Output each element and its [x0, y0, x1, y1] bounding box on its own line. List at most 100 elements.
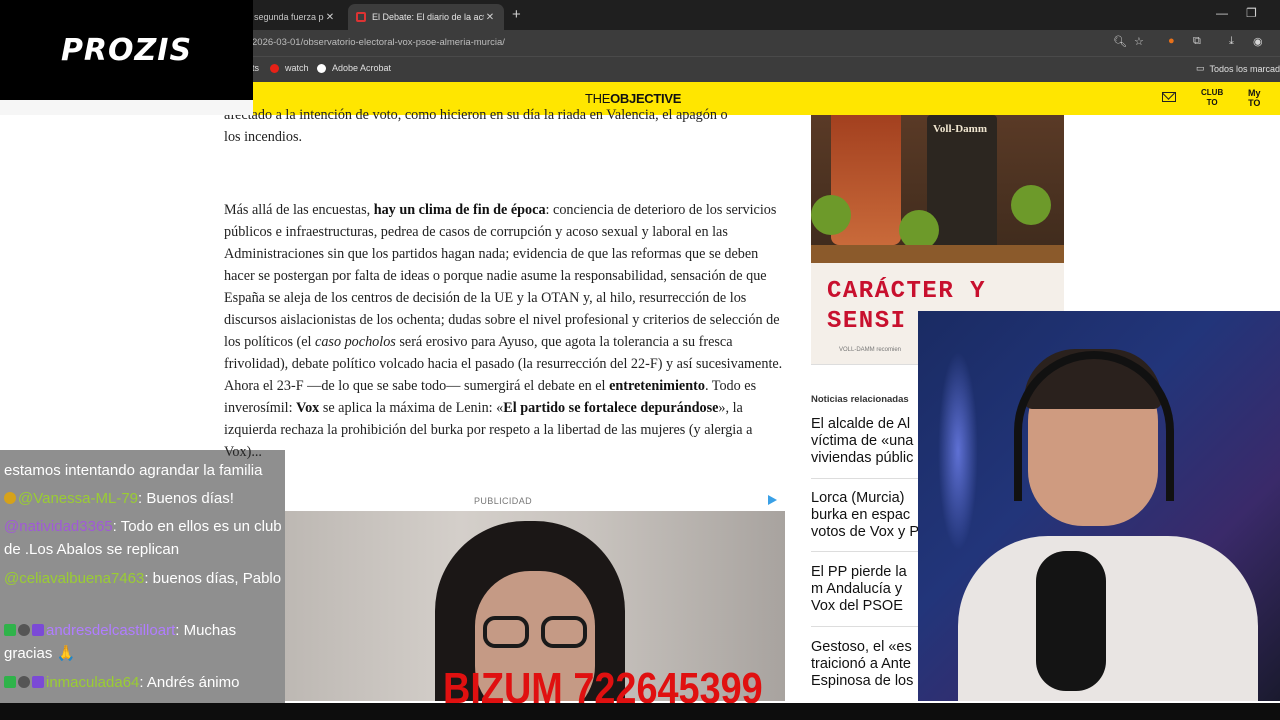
extension-icon[interactable]: ● [1168, 35, 1175, 47]
microphone-icon [1036, 551, 1106, 691]
chat-message: andresdelcastilloart: Muchas gracias 🙏 [4, 619, 284, 665]
folder-icon: ▭ [1196, 63, 1205, 73]
site-nav-remnant [0, 100, 253, 115]
bold-text: entretenimiento [609, 378, 705, 394]
member-badge-icon [18, 624, 30, 636]
extensions-puzzle-icon[interactable]: ⧉ [1193, 35, 1201, 48]
my-label: My [1248, 88, 1261, 98]
tab-segunda-fuerza[interactable]: segunda fuerza po ✕ [246, 4, 344, 30]
stream-chat-overlay: estamos intentando agrandar la familia @… [0, 450, 285, 720]
chat-username: @natividad3365 [4, 518, 113, 535]
headphones-icon [1014, 351, 1174, 501]
bookmark-label: ts [252, 63, 260, 73]
new-tab-button[interactable]: + [512, 6, 521, 23]
member-badge-icon [18, 676, 30, 688]
zoom-icon[interactable]: 🔍︎ [1113, 35, 1127, 48]
bottom-bar [0, 703, 1280, 720]
ad-label: PUBLICIDAD [474, 496, 533, 506]
youtube-icon [270, 63, 279, 73]
minimize-icon[interactable]: — [1216, 6, 1228, 20]
background-light [938, 351, 978, 551]
ad-image: Voll-Damm [811, 115, 1064, 263]
chat-username: inmaculada64 [46, 674, 140, 691]
vip-badge-icon [32, 624, 44, 636]
presenter-body [958, 536, 1258, 701]
webcam-feed [918, 311, 1280, 701]
bookmark-label: Todos los marcadores [1209, 63, 1280, 74]
divider [811, 626, 921, 627]
chat-message: @Vanessa-ML-79: Buenos días! [4, 487, 284, 510]
ad-brand: Voll-Damm [933, 123, 987, 135]
italic-text: caso pocholos [315, 334, 396, 350]
screen: { "browser": { "tabs": [ {"label": "segu… [0, 0, 1280, 720]
tab-el-debate[interactable]: El Debate: El diario de la actualid ✕ [348, 4, 504, 30]
bookmark-adobe-acrobat[interactable]: Adobe Acrobat [317, 63, 391, 73]
bookmark-ts[interactable]: ts [252, 63, 259, 73]
el-debate-favicon-icon [356, 12, 366, 22]
chat-text: : Buenos días! [138, 490, 234, 507]
bold-text: Vox [296, 400, 320, 416]
tab-label: segunda fuerza po [254, 12, 324, 22]
download-icon[interactable]: ⤓ [1229, 35, 1234, 48]
chat-text: estamos intentando agrandar la familia [4, 462, 263, 479]
text: afectado a la intención de voto, como hi… [224, 107, 728, 123]
newsletter-mail-icon[interactable] [1162, 92, 1176, 102]
ad-headline-line: CARÁCTER Y [827, 278, 987, 305]
my-to-label: TO [1248, 98, 1261, 108]
close-icon[interactable]: ✕ [324, 12, 336, 23]
sponsor-banner: PROZIS [0, 0, 253, 100]
club-to-link[interactable]: CLUB TO [1201, 88, 1223, 108]
bookmark-all-bookmarks[interactable]: ▭ Todos los marcadores [1196, 63, 1280, 74]
tab-label: El Debate: El diario de la actualid [372, 12, 484, 22]
bookmark-star-icon[interactable]: ☆ [1134, 35, 1144, 48]
restore-icon[interactable]: ❐ [1246, 6, 1257, 20]
chat-message: @natividad3365: Todo en ellos es un club… [4, 515, 284, 561]
moderator-badge-icon [4, 624, 16, 636]
divider [811, 551, 921, 552]
bold-text: hay un clima de fin de época [373, 202, 546, 218]
chat-username: @Vanessa-ML-79 [18, 490, 138, 507]
sponsor-logo: PROZIS [60, 32, 193, 68]
moderator-badge-icon [4, 676, 16, 688]
ad-glasses [483, 616, 529, 648]
chat-message: @celiavalbuena7463: buenos días, Pablo [4, 567, 284, 590]
article-body: afectado a la intención de voto, como hi… [224, 104, 790, 463]
hops-decoration [1011, 185, 1051, 225]
chat-text: : buenos días, Pablo [144, 570, 282, 587]
related-news-item[interactable]: El alcalde de Al víctima de «una viviend… [811, 416, 921, 468]
globe-icon [317, 63, 326, 73]
related-news-item[interactable]: El PP pierde la m Andalucía y Vox del PS… [811, 564, 921, 616]
adchoices-icon[interactable] [768, 495, 777, 505]
bookmark-watch[interactable]: watch [270, 63, 309, 73]
text: : conciencia de deterioro de los servici… [224, 202, 780, 350]
bookmark-label: watch [285, 63, 309, 73]
hops-decoration [811, 195, 851, 235]
article-paragraph: Más allá de las encuestas, hay un clima … [224, 199, 790, 463]
chat-username: andresdelcastilloart [46, 622, 176, 639]
bookmark-label: Adobe Acrobat [332, 63, 392, 73]
divider [811, 478, 921, 479]
wood-table [811, 245, 1064, 263]
ad-headline-line: SENSI [827, 308, 907, 335]
club-to-label: TO [1206, 98, 1218, 107]
related-news-item[interactable]: Gestoso, el «es traicionó a Ante Espinos… [811, 639, 921, 691]
related-news-heading: Noticias relacionadas [811, 394, 909, 405]
chat-message: inmaculada64: Andrés ánimo [4, 671, 284, 694]
bold-text: El partido se fortalece depurándose [503, 400, 719, 416]
close-icon[interactable]: ✕ [484, 12, 496, 23]
text: Más allá de las encuestas, [224, 202, 374, 218]
text: los incendios. [224, 129, 303, 145]
related-news-item[interactable]: Lorca (Murcia) burka en espac votos de V… [811, 490, 921, 542]
url-field[interactable]: 2026-03-01/observatorio-electoral-vox-ps… [252, 37, 505, 48]
hops-decoration [899, 210, 939, 250]
text: se aplica la máxima de Lenin: « [319, 400, 504, 416]
my-to-link[interactable]: My TO [1248, 88, 1261, 108]
article-paragraph-previous: afectado a la intención de voto, como hi… [224, 104, 790, 148]
ad-glasses [541, 616, 587, 648]
chat-text: : Andrés ánimo [139, 674, 240, 691]
club-label: CLUB [1201, 88, 1224, 97]
member-badge-icon [4, 492, 16, 504]
ad-small-print: VOLL-DAMM recomien [839, 347, 902, 353]
chat-username: @celiavalbuena7463 [4, 570, 145, 587]
profile-avatar-icon[interactable]: ◉ [1253, 35, 1263, 48]
